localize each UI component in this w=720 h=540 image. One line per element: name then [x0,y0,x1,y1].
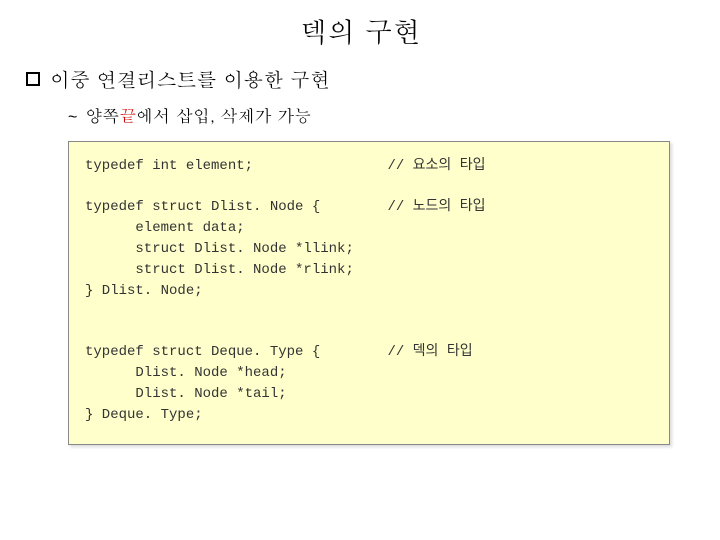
code-line-2: typedef struct Dlist. Node { // 노드의 타입 [85,197,653,218]
square-bullet-icon [26,72,40,86]
code-line-8: Dlist. Node *head; [85,363,653,384]
code-gap-1 [85,177,653,197]
code-gap-2 [85,302,653,322]
code-line-4: struct Dlist. Node *llink; [85,239,653,260]
bullet-text-1: 이중 연결리스트를 이용한 구현 [50,64,330,93]
code-line-3: element data; [85,218,653,239]
code-line-9: Dlist. Node *tail; [85,384,653,405]
tilde-bullet-icon: ~ [68,109,77,127]
code-line-6: } Dlist. Node; [85,281,653,302]
code-line-5: struct Dlist. Node *rlink; [85,260,653,281]
code-box: typedef int element; // 요소의 타입 typedef s… [68,141,670,445]
sub-highlight: 끝 [119,103,136,127]
code-line-1: typedef int element; // 요소의 타입 [85,156,653,177]
code-line-10: } Deque. Type; [85,405,653,426]
sub-bullet-text-1: 양쪽끝에서 삽입, 삭제가 가능 [85,103,311,127]
slide-title: 덱의 구현 [20,10,700,50]
bullet-item-1: 이중 연결리스트를 이용한 구현 [26,64,700,93]
sub-bullet-item-1: ~ 양쪽끝에서 삽입, 삭제가 가능 [68,103,700,127]
sub-prefix: 양쪽 [85,103,119,127]
sub-suffix: 에서 삽입, 삭제가 가능 [136,103,311,127]
code-gap-2b [85,322,653,342]
code-line-7: typedef struct Deque. Type { // 덱의 타입 [85,342,653,363]
